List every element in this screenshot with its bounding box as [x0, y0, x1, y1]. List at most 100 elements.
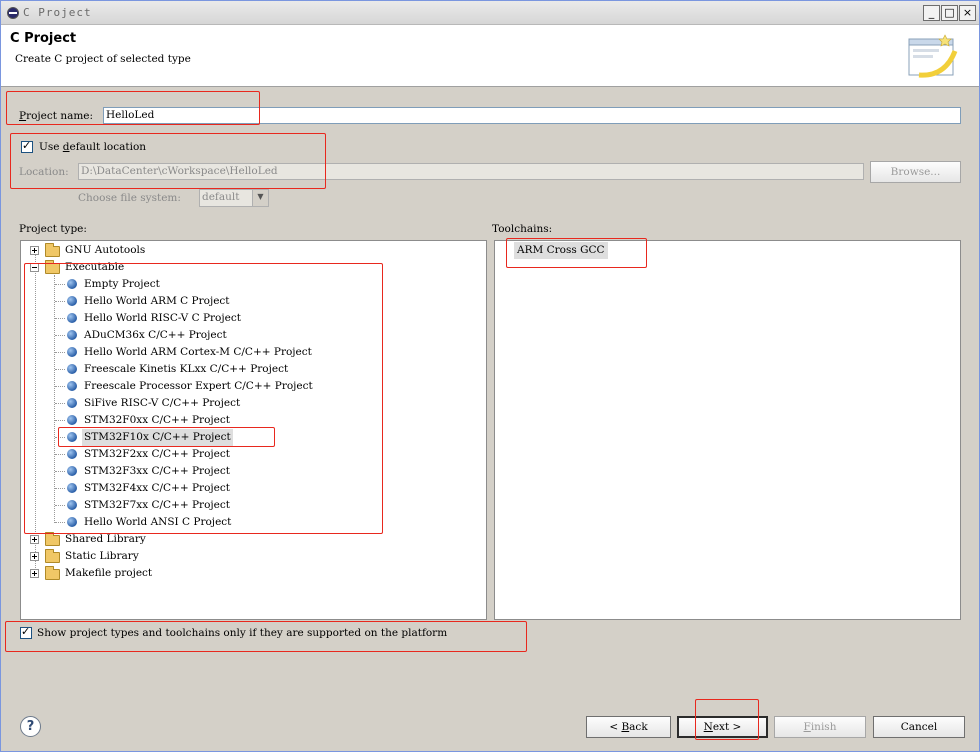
tree-branch [55, 386, 65, 387]
project-template-icon [67, 483, 77, 493]
platform-filter-label[interactable]: Show project types and toolchains only i… [37, 627, 447, 639]
tree-branch [55, 369, 65, 370]
close-button[interactable]: × [959, 5, 976, 21]
project-template-icon [67, 364, 77, 374]
tree-item-label: STM32F4xx C/C++ Project [84, 482, 230, 494]
toolchain-item-arm-cross-gcc[interactable]: ARM Cross GCC [514, 242, 608, 259]
tree-group-label: Static Library [65, 550, 139, 562]
project-type-tree[interactable]: GNU Autotools Executable Empty Project H… [20, 240, 487, 620]
project-type-heading: Project type: [19, 223, 87, 235]
use-default-location-label[interactable]: Use default location [39, 141, 146, 153]
project-name-label: Project name: [19, 110, 94, 122]
tree-item-label: STM32F7xx C/C++ Project [84, 499, 230, 511]
tree-item-label: Hello World ANSI C Project [84, 516, 232, 528]
tree-item-label: STM32F10x C/C++ Project [82, 429, 233, 446]
wizard-header: C Project Create C project of selected t… [1, 25, 979, 87]
tree-guide-root [35, 250, 36, 576]
next-button[interactable]: Next > [677, 716, 768, 738]
folder-icon [45, 566, 60, 580]
project-template-icon [67, 415, 77, 425]
platform-filter-checkbox[interactable] [20, 625, 32, 639]
tree-branch [55, 420, 65, 421]
toolchains-list[interactable]: ARM Cross GCC [494, 240, 961, 620]
tree-branch [55, 335, 65, 336]
collapse-icon[interactable] [30, 263, 39, 272]
tree-group-label: Shared Library [65, 533, 146, 545]
project-template-icon [67, 347, 77, 357]
tree-branch [55, 352, 65, 353]
tree-item-label: Hello World ARM C Project [84, 295, 230, 307]
expand-icon[interactable] [30, 569, 39, 578]
project-template-icon [67, 381, 77, 391]
minimize-button[interactable]: _ [923, 5, 940, 21]
page-subtitle: Create C project of selected type [15, 53, 191, 65]
tree-group-label: Executable [65, 261, 125, 273]
tree-group-executable[interactable]: Executable [21, 259, 486, 276]
tree-item-label: STM32F2xx C/C++ Project [84, 448, 230, 460]
project-template-icon [67, 279, 77, 289]
project-name-input[interactable]: HelloLed [103, 107, 961, 124]
project-template-icon [67, 466, 77, 476]
file-system-select[interactable]: default ▼ [199, 189, 269, 207]
tree-item-label: SiFive RISC-V C/C++ Project [84, 397, 241, 409]
tree-branch [55, 318, 65, 319]
c-project-dialog: C Project _ □ × C Project Create C proje… [0, 0, 980, 752]
location-label: Location: [19, 166, 69, 178]
tree-item-label: STM32F3xx C/C++ Project [84, 465, 230, 477]
new-project-wizard-banner [908, 34, 958, 78]
tree-branch [55, 437, 65, 438]
project-template-icon [67, 432, 77, 442]
tree-branch [55, 454, 65, 455]
tree-group-label: Makefile project [65, 567, 153, 579]
cancel-button[interactable]: Cancel [873, 716, 965, 738]
tree-item-label: Freescale Processor Expert C/C++ Project [84, 380, 313, 392]
tree-item-label: ADuCM36x C/C++ Project [84, 329, 227, 341]
tree-item-label: Empty Project [84, 278, 160, 290]
tree-group-static-library[interactable]: Static Library [21, 548, 486, 565]
eclipse-icon [7, 7, 19, 19]
tree-guide-executable [54, 275, 55, 523]
location-input[interactable]: D:\DataCenter\cWorkspace\HelloLed [78, 163, 864, 180]
title-bar[interactable]: C Project _ □ × [1, 1, 979, 25]
file-system-label: Choose file system: [78, 192, 181, 204]
expand-icon[interactable] [30, 246, 39, 255]
toolchains-heading: Toolchains: [492, 223, 553, 235]
project-template-icon [67, 500, 77, 510]
tree-group-makefile-project[interactable]: Makefile project [21, 565, 486, 582]
project-template-icon [67, 449, 77, 459]
tree-branch [55, 522, 65, 523]
maximize-button[interactable]: □ [941, 5, 958, 21]
tree-branch [55, 403, 65, 404]
folder-icon [45, 532, 60, 546]
finish-button[interactable]: Finish [774, 716, 866, 738]
tree-group-label: GNU Autotools [65, 244, 146, 256]
use-default-location-checkbox[interactable] [21, 139, 33, 153]
project-template-icon [67, 330, 77, 340]
tree-branch [55, 284, 65, 285]
tree-branch [55, 301, 65, 302]
project-template-icon [67, 296, 77, 306]
tree-item-label: Hello World ARM Cortex-M C/C++ Project [84, 346, 312, 358]
tree-group-gnu-autotools[interactable]: GNU Autotools [21, 242, 486, 259]
chevron-down-icon: ▼ [252, 190, 268, 206]
tree-branch [55, 505, 65, 506]
help-icon[interactable]: ? [20, 716, 41, 737]
window-title: C Project [23, 6, 92, 19]
expand-icon[interactable] [30, 535, 39, 544]
tree-item-label: Freescale Kinetis KLxx C/C++ Project [84, 363, 289, 375]
tree-group-shared-library[interactable]: Shared Library [21, 531, 486, 548]
tree-branch [55, 488, 65, 489]
tree-item-label: Hello World RISC-V C Project [84, 312, 241, 324]
folder-open-icon [45, 260, 60, 274]
browse-button[interactable]: Browse... [870, 161, 961, 183]
folder-icon [45, 549, 60, 563]
file-system-value: default [202, 191, 240, 203]
page-title: C Project [10, 31, 77, 46]
tree-item-label: STM32F0xx C/C++ Project [84, 414, 230, 426]
project-template-icon [67, 398, 77, 408]
folder-icon [45, 243, 60, 257]
tree-branch [55, 471, 65, 472]
project-template-icon [67, 517, 77, 527]
expand-icon[interactable] [30, 552, 39, 561]
back-button[interactable]: < Back [586, 716, 671, 738]
